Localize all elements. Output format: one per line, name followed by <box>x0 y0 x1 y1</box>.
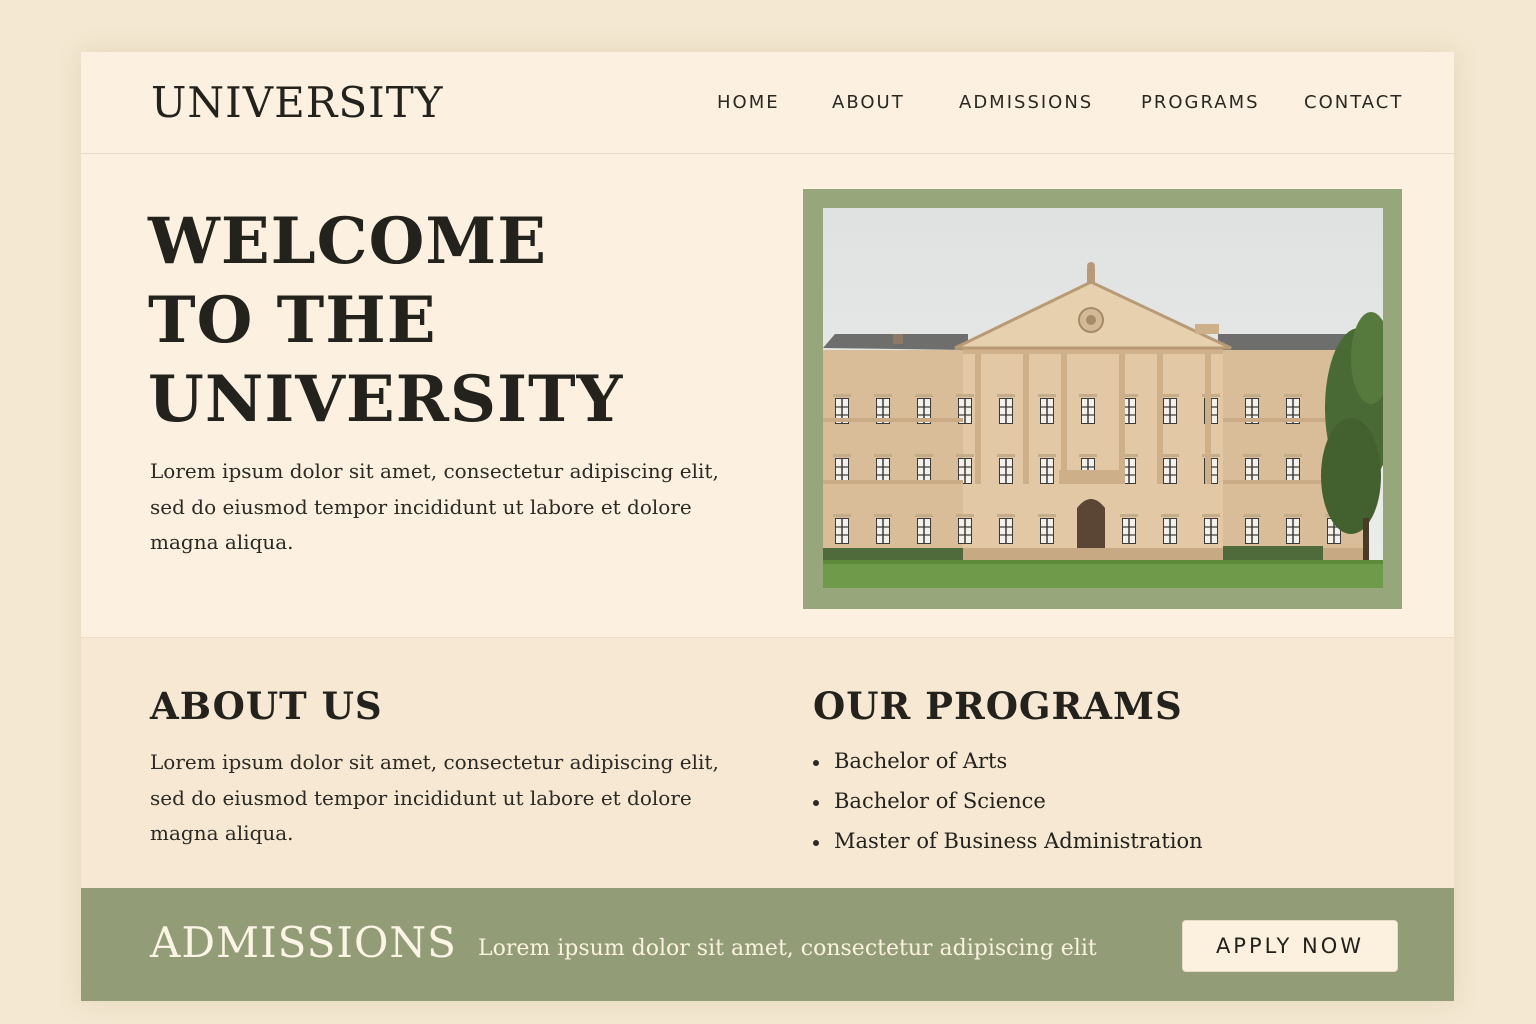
main-nav: HOME ABOUT ADMISSIONS PROGRAMS CONTACT <box>81 92 1454 116</box>
hero-description: Lorem ipsum dolor sit amet, consectetur … <box>150 459 719 554</box>
apply-now-button[interactable]: APPLY NOW <box>1182 920 1398 972</box>
nav-about-link[interactable]: ABOUT <box>832 92 905 113</box>
admissions-title: ADMISSIONS <box>150 918 457 967</box>
program-item[interactable]: Bachelor of Arts <box>813 746 1203 786</box>
university-building-image <box>823 208 1383 588</box>
program-item[interactable]: Bachelor of Science <box>813 786 1203 826</box>
site-header: UNIVERSITY HOME ABOUT ADMISSIONS PROGRAM… <box>81 52 1454 154</box>
programs-list: Bachelor of Arts Bachelor of Science Mas… <box>813 746 1203 866</box>
hero-title-line: WELCOME <box>148 204 547 279</box>
nav-contact-link[interactable]: CONTACT <box>1304 92 1403 113</box>
hero-title-line: UNIVERSITY <box>148 362 624 437</box>
page: UNIVERSITY HOME ABOUT ADMISSIONS PROGRAM… <box>81 52 1454 1001</box>
hero-title: WELCOME TO THE UNIVERSITY <box>148 202 768 439</box>
nav-programs-link[interactable]: PROGRAMS <box>1141 92 1260 113</box>
hero-title-line: TO THE <box>148 283 437 358</box>
info-section: ABOUT US Lorem ipsum dolor sit amet, con… <box>81 637 1454 889</box>
nav-admissions-link[interactable]: ADMISSIONS <box>959 92 1093 113</box>
admissions-banner: ADMISSIONS Lorem ipsum dolor sit amet, c… <box>81 888 1454 1001</box>
about-title: ABOUT US <box>150 684 383 728</box>
programs-title: OUR PROGRAMS <box>813 684 1183 728</box>
hero-image-frame <box>803 189 1402 609</box>
admissions-description: Lorem ipsum dolor sit amet, consectetur … <box>478 936 1097 961</box>
program-item[interactable]: Master of Business Administration <box>813 826 1203 866</box>
nav-home-link[interactable]: HOME <box>717 92 780 113</box>
about-description: Lorem ipsum dolor sit amet, consectetur … <box>150 750 719 845</box>
